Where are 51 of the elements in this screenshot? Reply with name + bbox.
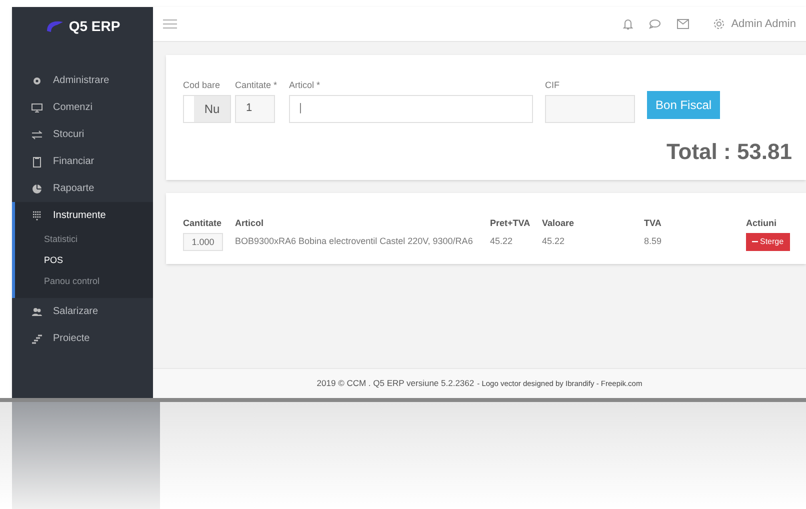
users-icon — [31, 306, 43, 318]
sidebar-item[interactable]: Administrare — [12, 67, 153, 94]
field-label: CIF — [545, 79, 561, 92]
sidebar-item[interactable]: Instrumente — [15, 202, 153, 229]
gear-icon — [31, 74, 43, 86]
toggle-label: Nu — [194, 96, 230, 122]
column-header: Articol — [235, 217, 265, 230]
submenu-item[interactable]: POS — [15, 250, 153, 271]
submenu-item[interactable]: Panou control — [15, 271, 153, 292]
column-header: Valoare — [542, 217, 576, 230]
delete-button[interactable]: Sterge — [746, 233, 790, 251]
copyright-text: 2019 © CCM . Q5 ERP versiune 5.2.2362 — [316, 377, 474, 390]
sidebar-item[interactable]: Stocuri — [12, 121, 153, 148]
barcode-toggle[interactable]: Nu — [183, 94, 231, 122]
quantity-field[interactable]: 1.000 — [183, 233, 223, 251]
chat-icon[interactable] — [649, 19, 662, 29]
total-amount: Total : 53.81 — [666, 138, 792, 166]
logo-icon — [44, 19, 65, 33]
table-cell-text: 45.22 — [542, 235, 566, 248]
column-header: TVA — [644, 217, 662, 230]
logo-text: Q5 ERP — [68, 16, 120, 36]
column-header: Cantitate — [183, 217, 223, 230]
cif-field[interactable] — [545, 94, 636, 122]
table-cell-text: BOB9300xRA6 Bobina electroventil Castel 220V, 9300/RA6 — [235, 235, 474, 248]
table-cell-text: 8.59 — [644, 235, 663, 248]
sidebar-item[interactable]: Rapoarte — [12, 175, 153, 202]
field-label: Cantitate * — [235, 79, 278, 92]
pie-icon — [31, 182, 43, 194]
clipboard-icon — [31, 156, 43, 168]
field-label: Cod bare — [183, 79, 222, 92]
bell-icon[interactable] — [623, 18, 634, 30]
mail-icon[interactable] — [677, 19, 690, 29]
sidebar-item[interactable]: Proiecte — [12, 325, 153, 352]
sidebar-item[interactable]: Salarizare — [12, 298, 153, 325]
menu-icon[interactable] — [163, 19, 177, 29]
column-header: Actiuni — [746, 217, 778, 230]
table-cell-text: 45.22 — [490, 235, 514, 248]
column-header: Pret+TVA — [490, 217, 532, 230]
field-label: Articol * — [289, 79, 322, 92]
quantity-field[interactable]: 1 — [235, 94, 275, 122]
arrows-icon — [31, 128, 43, 140]
settings-icon[interactable] — [713, 18, 726, 30]
stairs-icon — [31, 332, 43, 344]
user-name[interactable]: Admin Admin — [731, 16, 796, 32]
submenu-item[interactable]: Statistici — [15, 229, 153, 250]
minus-icon — [752, 240, 758, 243]
sidebar-item[interactable]: Comenzi — [12, 94, 153, 121]
grid-icon — [31, 210, 43, 222]
monitor-icon — [31, 102, 43, 114]
sidebar-item[interactable]: Financiar — [12, 148, 153, 175]
article-field[interactable]: | — [289, 94, 534, 122]
